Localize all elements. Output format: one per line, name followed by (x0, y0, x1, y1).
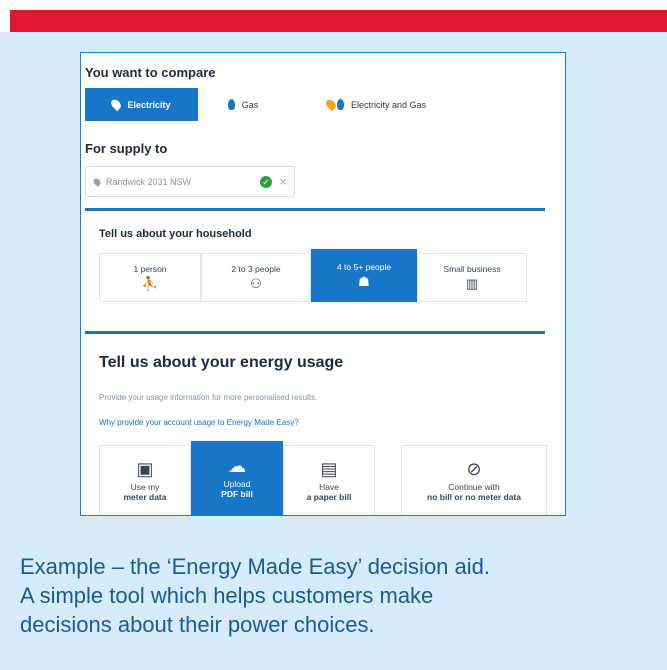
usage-option-line1: Upload (223, 479, 251, 489)
usage-title: Tell us about your energy usage (99, 354, 344, 371)
usage-option-paper-bill[interactable]: ▤ Have a paper bill (283, 445, 375, 515)
household-option-2-3-people[interactable]: 2 to 3 people ⚇ (201, 253, 311, 302)
electricity-gas-icon (324, 97, 338, 112)
tab-gas-label: Gas (241, 99, 259, 110)
section-divider (85, 208, 545, 211)
usage-option-line2: a paper bill (306, 491, 352, 502)
fuel-type-tabs: Electricity Gas Electricity and Gas (85, 88, 465, 121)
household-option-label: 4 to 5+ people (336, 262, 392, 272)
caption-line: A simple tool which helps customers make (20, 583, 434, 608)
caption-line: decisions about their power choices. (20, 612, 375, 637)
usage-option-line1: Use my (130, 481, 160, 492)
household-option-label: 2 to 3 people (231, 264, 281, 274)
gas-flame-icon (227, 99, 235, 110)
supply-location-value: Randwick 2031 NSW (106, 176, 192, 187)
usage-option-no-data[interactable]: ⊘ Continue with no bill or no meter data (401, 445, 547, 515)
household-title: Tell us about your household (99, 228, 252, 240)
usage-option-upload-pdf[interactable]: ☁ Upload PDF bill (191, 441, 283, 515)
household-option-1-person[interactable]: 1 person ⛹ (99, 253, 201, 302)
family-icon: ☗ (358, 274, 370, 289)
no-data-icon: ⊘ (466, 458, 482, 479)
usage-option-line2: meter data (123, 491, 167, 502)
tab-electricity-label: Electricity (127, 99, 171, 110)
tab-electricity-and-gas-label: Electricity and Gas (350, 99, 427, 110)
supply-title: For supply to (85, 141, 168, 156)
usage-option-line2: PDF bill (221, 489, 253, 499)
cloud-upload-icon: ☁ (228, 456, 246, 476)
usage-option-line1: Have (319, 481, 339, 492)
usage-option-line2: no bill or no meter data (427, 491, 521, 502)
tab-electricity[interactable]: Electricity (85, 88, 198, 121)
supply-location-input[interactable]: Randwick 2031 NSW ✓ × (85, 166, 295, 197)
page-background: You want to compare Electricity Gas Elec… (0, 0, 667, 670)
household-option-label: Small business (443, 264, 501, 274)
section-divider (85, 331, 545, 334)
clear-icon[interactable]: × (279, 174, 287, 189)
red-header-bar (10, 10, 667, 32)
usage-info-link[interactable]: Why provide your account usage to Energy… (99, 418, 299, 427)
person-icon: ⛹ (141, 276, 159, 291)
caption-line: Example – the ‘Energy Made Easy’ decisio… (20, 554, 490, 579)
usage-description: Provide your usage information for more … (99, 393, 318, 402)
people-icon: ⚇ (250, 276, 262, 291)
gas-flame-icon (336, 99, 344, 110)
tab-electricity-and-gas[interactable]: Electricity and Gas (288, 88, 465, 121)
paper-bill-icon: ▤ (320, 458, 338, 479)
household-option-label: 1 person (133, 264, 167, 274)
business-icon: ▥ (465, 276, 479, 291)
usage-option-meter-data[interactable]: ▣ Use my meter data (99, 445, 191, 515)
map-pin-icon (109, 97, 124, 112)
usage-option-line1: Continue with (448, 481, 500, 492)
meter-icon: ▣ (136, 458, 154, 479)
decision-aid-screenshot: You want to compare Electricity Gas Elec… (80, 52, 566, 516)
household-option-small-business[interactable]: Small business ▥ (417, 253, 527, 302)
compare-title: You want to compare (85, 65, 216, 80)
check-icon: ✓ (260, 176, 272, 188)
location-pin-icon (92, 176, 102, 187)
figure-caption: Example – the ‘Energy Made Easy’ decisio… (20, 552, 645, 639)
tab-gas[interactable]: Gas (198, 88, 288, 121)
household-option-4-5-people[interactable]: 4 to 5+ people ☗ (311, 249, 417, 302)
